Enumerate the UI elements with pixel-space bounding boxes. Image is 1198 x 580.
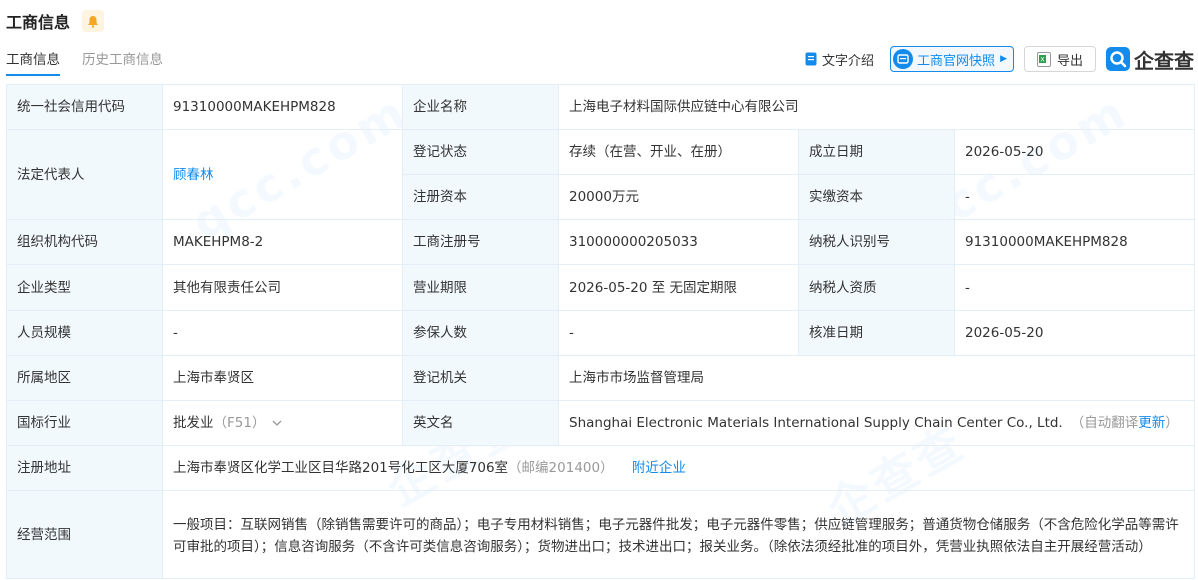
taxpayer-id-label: 纳税人识别号 bbox=[798, 219, 955, 265]
auto-translate-note: （自动翻译 bbox=[1070, 415, 1139, 431]
caret-right-icon: ▶ bbox=[1000, 54, 1007, 64]
reg-status-label: 登记状态 bbox=[402, 129, 559, 175]
address-cell: 上海市奉贤区化学工业区目华路201号化工区大厦706室（邮编201400） 附近… bbox=[162, 445, 1195, 491]
nearby-companies-link[interactable]: 附近企业 bbox=[632, 460, 686, 476]
staff-size-value: - bbox=[162, 310, 403, 356]
region-label: 所属地区 bbox=[6, 355, 163, 401]
tab-history-business-info[interactable]: 历史工商信息 bbox=[82, 48, 163, 76]
industry-value: 批发业 bbox=[173, 415, 214, 431]
biz-term-value: 2026-05-20 至 无固定期限 bbox=[558, 264, 799, 311]
industry-label: 国标行业 bbox=[6, 400, 163, 446]
snapshot-label: 工商官网快照 bbox=[917, 53, 996, 69]
credit-code-label: 统一社会信用代码 bbox=[6, 84, 163, 130]
industry-cell: 批发业（F51） bbox=[162, 400, 403, 446]
auto-translate-note-end: ） bbox=[1165, 415, 1179, 431]
company-name-label: 企业名称 bbox=[402, 84, 559, 130]
approve-date-value: 2026-05-20 bbox=[954, 310, 1195, 356]
address-label: 注册地址 bbox=[6, 445, 163, 491]
company-type-label: 企业类型 bbox=[6, 264, 163, 311]
english-name-cell: Shanghai Electronic Materials Internatio… bbox=[558, 400, 1195, 446]
found-date-label: 成立日期 bbox=[798, 129, 955, 175]
reg-capital-label: 注册资本 bbox=[402, 174, 559, 220]
table-row: 经营范围 一般项目：互联网销售（除销售需要许可的商品）；电子专用材料销售；电子元… bbox=[6, 490, 1195, 579]
business-info-table: 统一社会信用代码 91310000MAKEHPM828 企业名称 上海电子材料国… bbox=[6, 84, 1195, 579]
text-intro-label: 文字介绍 bbox=[822, 53, 875, 69]
table-row: 注册地址 上海市奉贤区化学工业区目华路201号化工区大厦706室（邮编20140… bbox=[6, 445, 1195, 491]
table-row: 人员规模 - 参保人数 - 核准日期 2026-05-20 bbox=[6, 310, 1195, 356]
industry-code: （F51） bbox=[213, 415, 266, 431]
scope-label: 经营范围 bbox=[6, 490, 163, 579]
insured-value: - bbox=[558, 310, 799, 356]
company-type-value: 其他有限责任公司 bbox=[162, 264, 403, 311]
paid-capital-label: 实缴资本 bbox=[798, 174, 955, 220]
tab-bar: 工商信息 历史工商信息 bbox=[6, 48, 185, 76]
biz-term-label: 营业期限 bbox=[402, 264, 559, 311]
qcc-logo-text: 企查查 bbox=[1134, 48, 1194, 73]
reg-status-value: 存续（在营、开业、在册） bbox=[558, 129, 799, 175]
qcc-logo: 企查查 bbox=[1106, 45, 1194, 74]
table-row: 企业类型 其他有限责任公司 营业期限 2026-05-20 至 无固定期限 纳税… bbox=[6, 264, 1195, 311]
scope-value: 一般项目：互联网销售（除销售需要许可的商品）；电子专用材料销售；电子元器件批发；… bbox=[162, 490, 1195, 579]
table-row: 国标行业 批发业（F51） 英文名 Shanghai Electronic Ma… bbox=[6, 400, 1195, 446]
toolbar: 文字介绍 工商官网快照 ▶ X 导出 企查查 bbox=[789, 44, 1194, 74]
staff-size-label: 人员规模 bbox=[6, 310, 163, 356]
section-header: 工商信息 bbox=[6, 8, 105, 34]
postcode: （邮编201400） bbox=[508, 460, 614, 476]
table-row: 组织机构代码 MAKEHPM8-2 工商注册号 310000000205033 … bbox=[6, 219, 1195, 265]
document-icon bbox=[805, 52, 817, 66]
reg-no-label: 工商注册号 bbox=[402, 219, 559, 265]
found-date-value: 2026-05-20 bbox=[954, 129, 1195, 175]
taxpayer-id-value: 91310000MAKEHPM828 bbox=[954, 219, 1195, 265]
insured-label: 参保人数 bbox=[402, 310, 559, 356]
address-value: 上海市奉贤区化学工业区目华路201号化工区大厦706室 bbox=[173, 460, 509, 476]
paid-capital-value: - bbox=[954, 174, 1195, 220]
reg-no-value: 310000000205033 bbox=[558, 219, 799, 265]
english-name-label: 英文名 bbox=[402, 400, 559, 446]
update-link[interactable]: 更新 bbox=[1138, 415, 1165, 431]
legal-rep-link[interactable]: 顾春林 bbox=[173, 167, 214, 183]
region-value: 上海市奉贤区 bbox=[162, 355, 403, 401]
svg-text:X: X bbox=[1040, 55, 1045, 63]
tab-business-info[interactable]: 工商信息 bbox=[6, 48, 60, 76]
org-code-label: 组织机构代码 bbox=[6, 219, 163, 265]
official-snapshot-button[interactable]: 工商官网快照 ▶ bbox=[890, 46, 1014, 72]
snapshot-icon bbox=[893, 49, 914, 69]
company-name-value: 上海电子材料国际供应链中心有限公司 bbox=[558, 84, 1195, 130]
approve-date-label: 核准日期 bbox=[798, 310, 955, 356]
reg-authority-label: 登记机关 bbox=[402, 355, 559, 401]
export-label: 导出 bbox=[1056, 53, 1083, 69]
chevron-down-icon[interactable] bbox=[272, 418, 282, 428]
legal-rep-cell: 顾春林 bbox=[162, 129, 403, 220]
bell-icon[interactable] bbox=[82, 10, 105, 32]
section-title: 工商信息 bbox=[6, 13, 71, 32]
qcc-logo-icon bbox=[1106, 47, 1130, 71]
english-name-value: Shanghai Electronic Materials Internatio… bbox=[569, 415, 1063, 431]
excel-icon: X bbox=[1036, 51, 1051, 67]
table-row: 统一社会信用代码 91310000MAKEHPM828 企业名称 上海电子材料国… bbox=[6, 84, 1195, 130]
legal-rep-label: 法定代表人 bbox=[6, 129, 163, 220]
credit-code-value: 91310000MAKEHPM828 bbox=[162, 84, 403, 130]
reg-authority-value: 上海市市场监督管理局 bbox=[558, 355, 1195, 401]
text-intro-button[interactable]: 文字介绍 bbox=[805, 50, 874, 69]
export-button[interactable]: X 导出 bbox=[1023, 46, 1096, 72]
reg-capital-value: 20000万元 bbox=[558, 174, 799, 220]
org-code-value: MAKEHPM8-2 bbox=[162, 219, 403, 265]
table-row: 法定代表人 顾春林 登记状态 存续（在营、开业、在册） 成立日期 2026-05… bbox=[6, 129, 1195, 220]
table-row: 所属地区 上海市奉贤区 登记机关 上海市市场监督管理局 bbox=[6, 355, 1195, 401]
taxpayer-qual-label: 纳税人资质 bbox=[798, 264, 955, 311]
taxpayer-qual-value: - bbox=[954, 264, 1195, 311]
